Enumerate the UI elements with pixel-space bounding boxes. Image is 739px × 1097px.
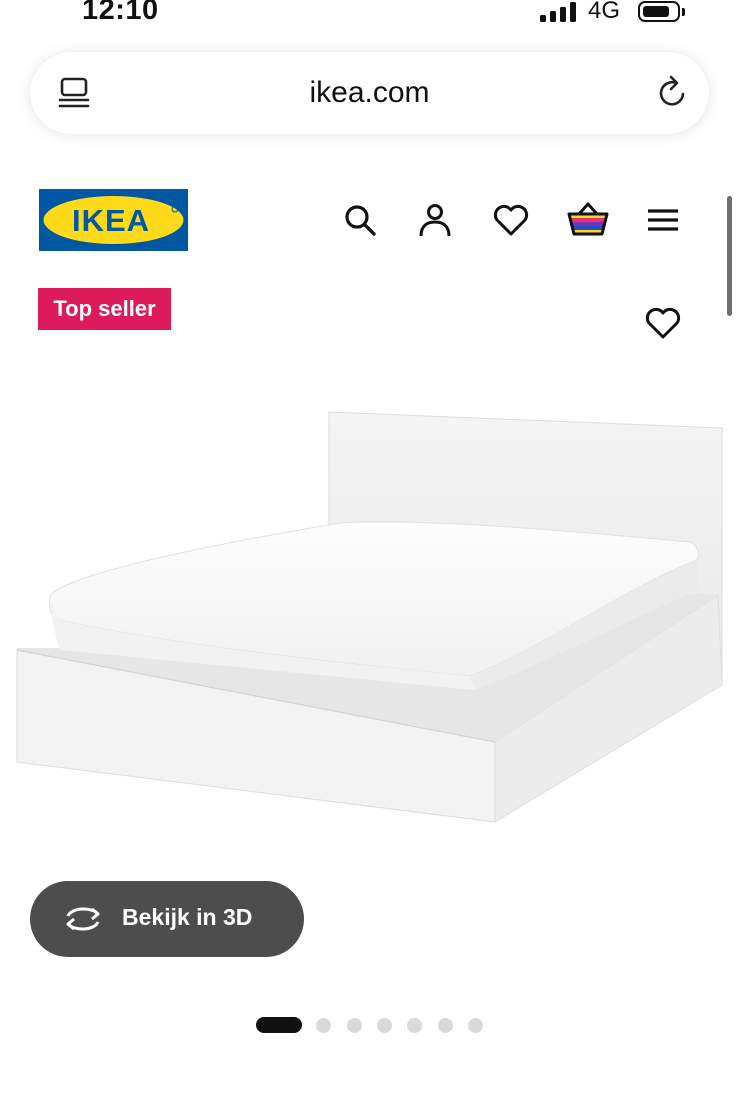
carousel-dot[interactable] [468, 1018, 483, 1033]
carousel-dot[interactable] [256, 1017, 302, 1033]
ikea-logo-text: IKEA [72, 203, 150, 238]
url-text[interactable]: ikea.com [30, 76, 709, 110]
favourites-icon[interactable] [492, 201, 530, 239]
top-seller-badge: Top seller [38, 288, 171, 330]
status-bar: 12:10 4G [0, 0, 739, 36]
battery-icon [638, 1, 680, 22]
ikea-logo[interactable]: IKEA [39, 189, 188, 251]
carousel-dot[interactable] [347, 1018, 362, 1033]
carousel-dot[interactable] [316, 1018, 331, 1033]
carousel-dot[interactable] [377, 1018, 392, 1033]
address-bar[interactable]: ikea.com [30, 52, 709, 134]
menu-icon[interactable] [644, 201, 682, 239]
scrollbar[interactable] [727, 196, 732, 316]
product-image[interactable] [0, 395, 739, 875]
status-time: 12:10 [82, 0, 159, 26]
view-3d-label: Bekijk in 3D [122, 904, 253, 930]
reload-icon[interactable] [656, 74, 690, 110]
signal-icon [540, 2, 578, 22]
view-3d-button[interactable]: Bekijk in 3D [30, 881, 304, 957]
carousel-dot[interactable] [438, 1018, 453, 1033]
heart-icon[interactable] [644, 304, 682, 342]
network-type: 4G [588, 0, 621, 24]
rotate-3d-icon [66, 907, 100, 931]
basket-icon[interactable] [567, 199, 609, 239]
search-icon[interactable] [341, 201, 379, 239]
carousel-dot[interactable] [407, 1018, 422, 1033]
account-icon[interactable] [416, 201, 454, 239]
